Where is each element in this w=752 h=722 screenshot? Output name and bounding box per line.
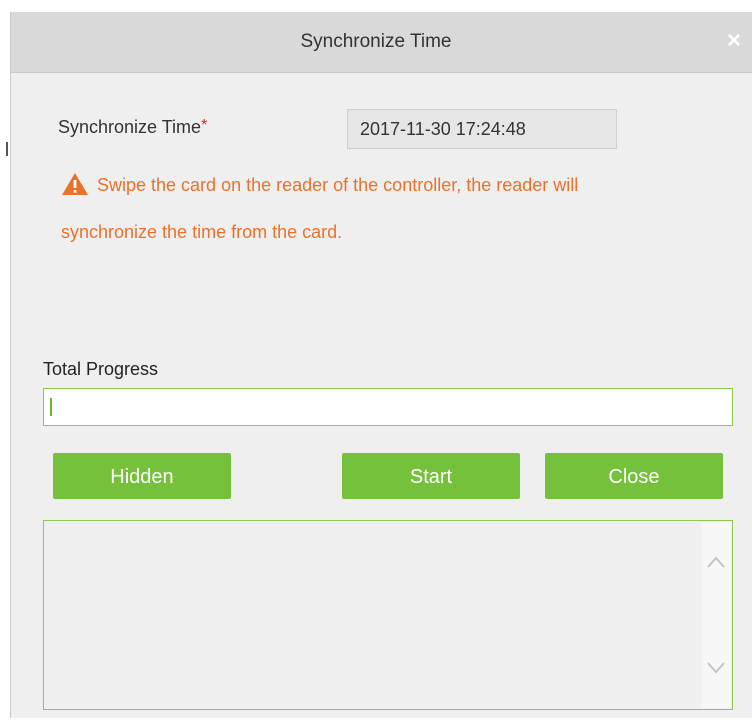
log-scrollbar[interactable] <box>701 522 731 708</box>
warning-text-line1: Swipe the card on the reader of the cont… <box>97 175 579 195</box>
synchronize-time-label-text: Synchronize Time <box>58 117 202 137</box>
hidden-button[interactable]: Hidden <box>53 453 231 499</box>
total-progress-bar <box>43 388 733 426</box>
close-button[interactable]: Close <box>545 453 723 499</box>
log-output-area[interactable] <box>43 520 733 710</box>
page-edge-mark <box>6 142 8 156</box>
total-progress-label: Total Progress <box>43 359 159 379</box>
required-mark: * <box>201 117 208 134</box>
warning-message-line2: synchronize the time from the card. <box>61 222 343 242</box>
close-icon[interactable]: × <box>721 28 747 54</box>
chevron-down-icon[interactable] <box>705 656 727 678</box>
synchronize-time-label: Synchronize Time* <box>58 117 207 138</box>
dialog-title: Synchronize Time <box>300 31 452 52</box>
warning-message-line1: Swipe the card on the reader of the cont… <box>61 170 578 200</box>
start-button[interactable]: Start <box>342 453 520 499</box>
progress-fill <box>50 398 52 416</box>
synchronize-time-dialog: Synchronize Time × Synchronize Time* Swi… <box>10 12 752 718</box>
dialog-titlebar[interactable]: Synchronize Time × <box>11 12 752 73</box>
chevron-up-icon[interactable] <box>705 552 727 574</box>
warning-triangle-icon <box>62 173 88 196</box>
synchronize-time-input[interactable] <box>347 109 617 149</box>
